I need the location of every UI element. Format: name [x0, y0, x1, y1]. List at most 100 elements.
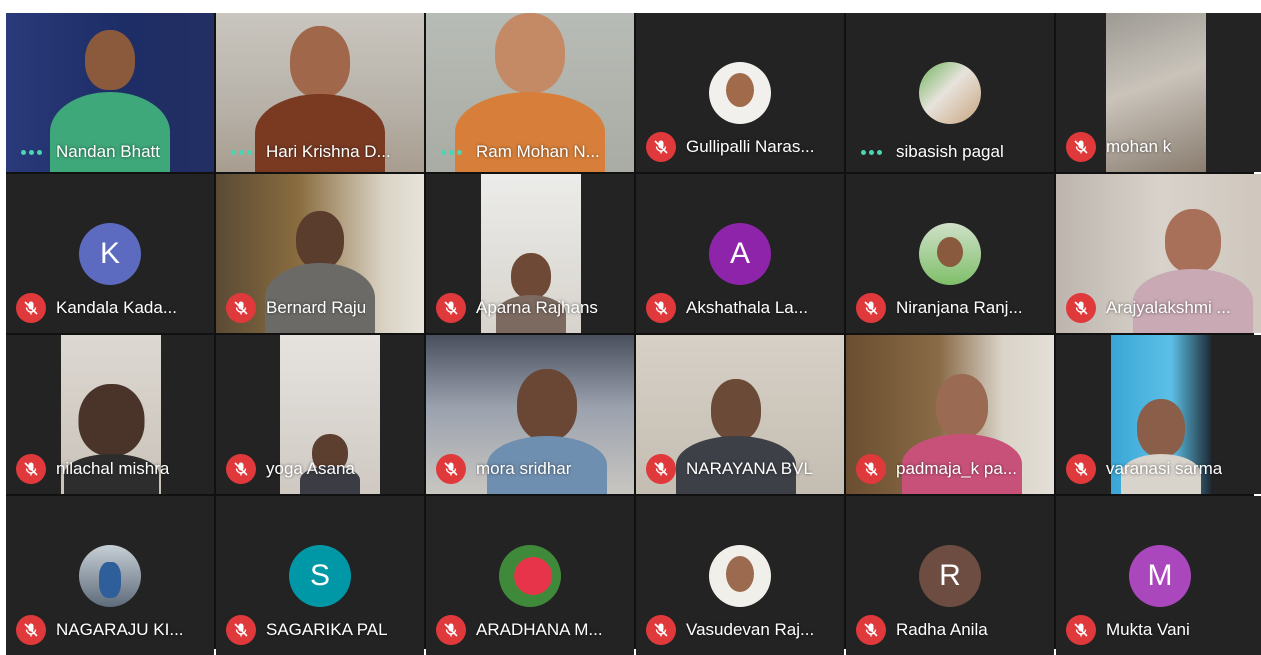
mic-off-icon: [646, 615, 676, 645]
participant-grid: Nandan Bhatt Hari Krishna D... Ram Mohan…: [6, 13, 1261, 655]
mic-off-icon: [436, 454, 466, 484]
participant-label: Gullipalli Naras...: [646, 132, 838, 162]
initial-avatar: M: [1129, 545, 1191, 607]
participant-name: Kandala Kada...: [56, 298, 177, 317]
mic-off-icon: [16, 454, 46, 484]
participant-tile[interactable]: mohan k: [1056, 13, 1261, 172]
participant-name: Ram Mohan N...: [476, 142, 600, 161]
participant-label: Nandan Bhatt: [16, 142, 208, 162]
participant-name: Vasudevan Raj...: [686, 620, 815, 639]
participant-label: Akshathala La...: [646, 293, 838, 323]
audio-dots-icon: [226, 149, 256, 155]
mic-off-icon: [1066, 132, 1096, 162]
participant-name: mohan k: [1106, 137, 1172, 156]
participant-tile-active-speaker[interactable]: Hari Krishna D...: [216, 13, 424, 172]
participant-tile[interactable]: nilachal mishra: [6, 335, 214, 494]
profile-photo: [499, 545, 561, 607]
avatar-letter: R: [939, 559, 961, 592]
profile-photo: [919, 62, 981, 124]
mic-off-icon: [16, 293, 46, 323]
participant-label: padmaja_k pa...: [856, 454, 1048, 484]
participant-tile[interactable]: NARAYANA BVL: [636, 335, 844, 494]
participant-label: Bernard Raju: [226, 293, 418, 323]
participant-label: Ram Mohan N...: [436, 142, 628, 162]
participant-tile[interactable]: M Mukta Vani: [1056, 496, 1261, 655]
participant-tile[interactable]: Arajyalakshmi ...: [1056, 174, 1261, 333]
mic-off-icon: [646, 454, 676, 484]
participant-label: mohan k: [1066, 132, 1258, 162]
profile-photo: [709, 545, 771, 607]
participant-tile[interactable]: yoga Asana: [216, 335, 424, 494]
participant-tile[interactable]: padmaja_k pa...: [846, 335, 1054, 494]
participant-tile[interactable]: Nandan Bhatt: [6, 13, 214, 172]
mic-off-icon: [226, 454, 256, 484]
participant-tile[interactable]: Niranjana Ranj...: [846, 174, 1054, 333]
participant-label: varanasi sarma: [1066, 454, 1258, 484]
participant-tile[interactable]: Aparna Rajhans: [426, 174, 634, 333]
participant-tile[interactable]: Bernard Raju: [216, 174, 424, 333]
participant-label: Kandala Kada...: [16, 293, 208, 323]
participant-tile[interactable]: A Akshathala La...: [636, 174, 844, 333]
participant-tile[interactable]: Gullipalli Naras...: [636, 13, 844, 172]
participant-name: SAGARIKA PAL: [266, 620, 388, 639]
participant-name: Bernard Raju: [266, 298, 367, 317]
audio-dots-icon: [856, 149, 886, 155]
participant-name: Arajyalakshmi ...: [1106, 298, 1231, 317]
mic-off-icon: [226, 615, 256, 645]
mic-off-icon: [1066, 293, 1096, 323]
participant-label: NAGARAJU KI...: [16, 615, 208, 645]
participant-name: padmaja_k pa...: [896, 459, 1017, 478]
participant-label: mora sridhar: [436, 454, 628, 484]
mic-off-icon: [646, 132, 676, 162]
participant-tile[interactable]: varanasi sarma: [1056, 335, 1261, 494]
mic-off-icon: [436, 293, 466, 323]
participant-tile[interactable]: S SAGARIKA PAL: [216, 496, 424, 655]
participant-tile[interactable]: Vasudevan Raj...: [636, 496, 844, 655]
participant-tile[interactable]: ARADHANA M...: [426, 496, 634, 655]
initial-avatar: S: [289, 545, 351, 607]
audio-dots-icon: [436, 149, 466, 155]
participant-tile[interactable]: K Kandala Kada...: [6, 174, 214, 333]
participant-tile[interactable]: sibasish pagal: [846, 13, 1054, 172]
participant-name: NARAYANA BVL: [686, 459, 813, 478]
participant-name: Nandan Bhatt: [56, 142, 160, 161]
participant-tile[interactable]: R Radha Anila: [846, 496, 1054, 655]
participant-name: Akshathala La...: [686, 298, 808, 317]
participant-label: Arajyalakshmi ...: [1066, 293, 1258, 323]
participant-label: ARADHANA M...: [436, 615, 628, 645]
participant-name: Aparna Rajhans: [476, 298, 598, 317]
avatar-letter: S: [309, 559, 330, 592]
participant-name: Radha Anila: [896, 620, 988, 639]
participant-label: Niranjana Ranj...: [856, 293, 1048, 323]
participant-name: yoga Asana: [266, 459, 355, 478]
participant-label: sibasish pagal: [856, 142, 1048, 162]
participant-tile[interactable]: Ram Mohan N...: [426, 13, 634, 172]
avatar-letter: A: [729, 237, 750, 270]
mic-off-icon: [1066, 454, 1096, 484]
participant-name: Gullipalli Naras...: [686, 137, 815, 156]
participant-name: Niranjana Ranj...: [896, 298, 1023, 317]
participant-name: ARADHANA M...: [476, 620, 603, 639]
mic-off-icon: [856, 454, 886, 484]
participant-label: NARAYANA BVL: [646, 454, 838, 484]
participant-label: nilachal mishra: [16, 454, 208, 484]
participant-name: NAGARAJU KI...: [56, 620, 184, 639]
participant-label: Radha Anila: [856, 615, 1048, 645]
mic-off-icon: [856, 293, 886, 323]
profile-photo: [709, 62, 771, 124]
avatar-letter: K: [99, 237, 120, 270]
participant-label: Vasudevan Raj...: [646, 615, 838, 645]
participant-tile[interactable]: mora sridhar: [426, 335, 634, 494]
participant-name: varanasi sarma: [1106, 459, 1223, 478]
profile-photo: [79, 545, 141, 607]
participant-tile[interactable]: NAGARAJU KI...: [6, 496, 214, 655]
participant-name: Mukta Vani: [1106, 620, 1190, 639]
initial-avatar: R: [919, 545, 981, 607]
participant-label: yoga Asana: [226, 454, 418, 484]
mic-off-icon: [16, 615, 46, 645]
participant-label: Mukta Vani: [1066, 615, 1258, 645]
participant-name: nilachal mishra: [56, 459, 170, 478]
participant-name: Hari Krishna D...: [266, 142, 391, 161]
mic-off-icon: [856, 615, 886, 645]
mic-off-icon: [226, 293, 256, 323]
